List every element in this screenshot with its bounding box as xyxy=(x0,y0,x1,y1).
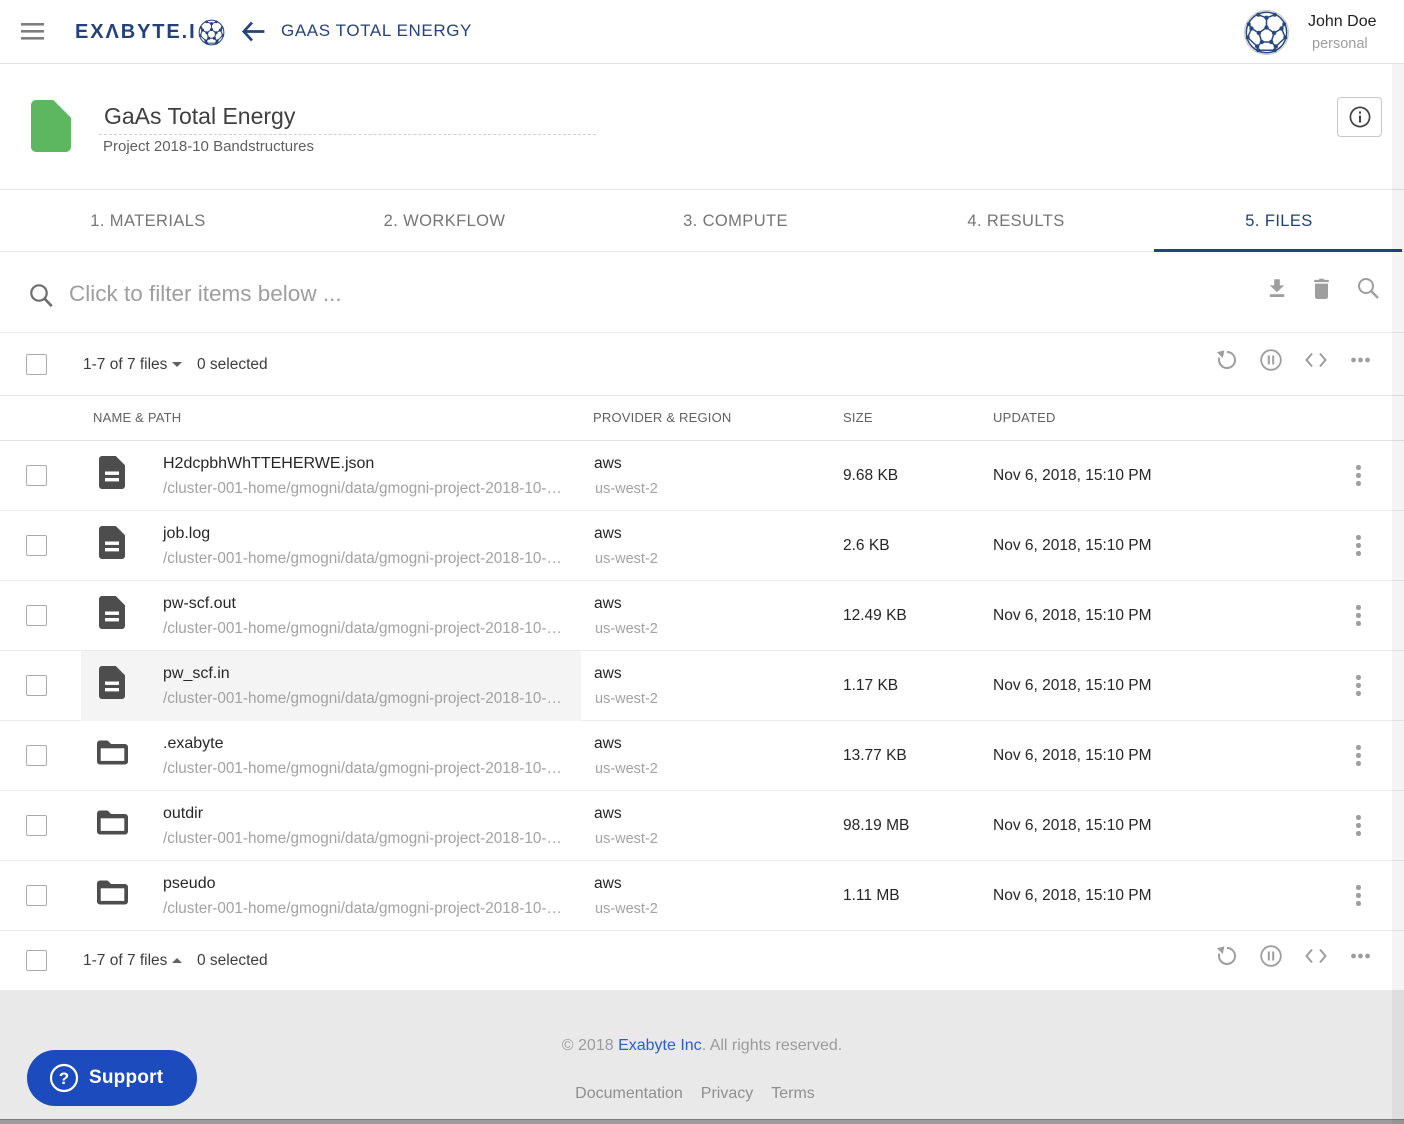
svg-text:?: ? xyxy=(59,1069,69,1088)
